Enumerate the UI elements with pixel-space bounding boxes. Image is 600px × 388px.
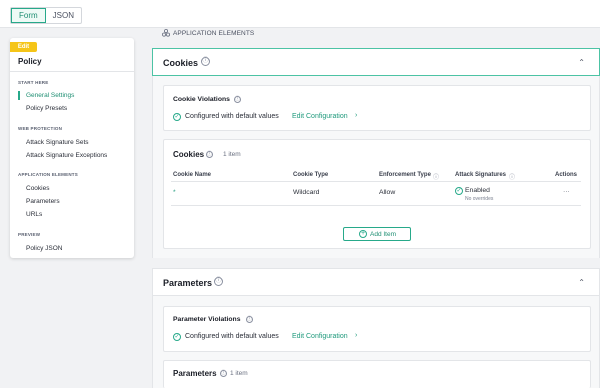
cookie-violations-card: Cookie Violations ⓘ ✓ Configured with de… <box>163 85 591 131</box>
policy-sidebar: Edit Policy START HERE General Settings … <box>10 38 134 258</box>
add-item-label: Add Item <box>370 231 397 238</box>
parameters-panel-title: Parameters <box>163 278 213 288</box>
info-icon[interactable]: ⓘ <box>246 316 253 323</box>
sidebar-title: Policy <box>18 57 42 66</box>
section-application-elements: APPLICATION ELEMENTS <box>18 172 78 177</box>
info-icon[interactable]: ⓘ <box>214 277 223 286</box>
sidebar-item-cookies[interactable]: Cookies <box>26 185 49 192</box>
chevron-up-icon[interactable]: ⌃ <box>578 278 585 287</box>
overrides-cell: No overrides <box>465 196 494 202</box>
col-attack-signatures: Attack Signatures <box>455 172 507 178</box>
parameter-violations-status: Configured with default values <box>185 333 279 340</box>
parameters-panel-header[interactable]: Parameters ⓘ ⌃ <box>152 268 600 296</box>
main-section-label: APPLICATION ELEMENTS <box>173 30 255 37</box>
info-icon[interactable]: ⓘ <box>201 57 210 66</box>
section-start-here: START HERE <box>18 80 49 85</box>
cookies-table-title: Cookies <box>173 150 205 159</box>
parameter-violations-card: Parameter Violations ⓘ ✓ Configured with… <box>163 306 591 352</box>
check-icon: ✓ <box>173 113 181 121</box>
chevron-up-icon[interactable]: ⌃ <box>578 58 585 67</box>
row-actions-button[interactable]: ··· <box>563 188 570 195</box>
table-header-divider <box>171 181 581 182</box>
arrow-right-icon[interactable]: › <box>355 112 357 119</box>
cookie-violations-title: Cookie Violations <box>173 96 230 103</box>
form-tab[interactable]: Form <box>11 8 46 23</box>
top-bar: Form JSON <box>0 0 600 28</box>
plus-icon: + <box>359 230 367 238</box>
item-count: 1 item <box>223 151 241 158</box>
check-icon: ✓ <box>173 333 181 341</box>
col-cookie-type: Cookie Type <box>293 172 329 178</box>
parameters-item-count: 1 item <box>230 370 248 377</box>
edit-configuration-link[interactable]: Edit Configuration <box>292 333 348 340</box>
info-icon[interactable]: ⓘ <box>234 96 241 103</box>
parameters-table-title: Parameters <box>173 369 217 378</box>
col-enforcement-type: Enforcement Type <box>379 172 431 178</box>
arrow-right-icon[interactable]: › <box>355 332 357 339</box>
edit-badge: Edit <box>10 42 37 52</box>
view-toggle: Form JSON <box>10 7 83 24</box>
section-web-protection: WEB PROTECTION <box>18 126 63 131</box>
info-icon[interactable]: ⓘ <box>206 151 213 158</box>
check-icon: ✓ <box>455 187 463 195</box>
cookies-panel-header[interactable]: Cookies ⓘ ⌃ <box>152 48 600 76</box>
active-indicator <box>18 91 20 100</box>
cookie-name-cell[interactable]: * <box>173 189 176 196</box>
col-cookie-name: Cookie Name <box>173 172 212 178</box>
violations-status: Configured with default values <box>185 113 279 120</box>
sidebar-item-policy-presets[interactable]: Policy Presets <box>26 105 67 112</box>
sidebar-item-parameters[interactable]: Parameters <box>26 198 60 205</box>
parameter-violations-title: Parameter Violations <box>173 316 241 323</box>
info-icon[interactable]: ⓘ <box>509 172 515 181</box>
elements-icon <box>162 29 170 37</box>
parameters-table-card: Parameters ⓘ 1 item <box>163 360 591 388</box>
table-row-divider <box>171 205 581 206</box>
col-actions: Actions <box>555 172 578 178</box>
signatures-cell: Enabled <box>465 187 490 194</box>
info-icon[interactable]: ⓘ <box>433 172 439 181</box>
edit-configuration-link[interactable]: Edit Configuration <box>292 113 348 120</box>
json-tab[interactable]: JSON <box>46 8 81 23</box>
sidebar-item-urls[interactable]: URLs <box>26 211 42 218</box>
sidebar-item-policy-json[interactable]: Policy JSON <box>26 245 62 252</box>
cookie-type-cell: Wildcard <box>293 189 320 196</box>
sidebar-item-general-settings[interactable]: General Settings <box>26 92 74 99</box>
add-item-button[interactable]: + Add Item <box>343 227 411 241</box>
cookies-panel-title: Cookies <box>163 58 199 68</box>
info-icon[interactable]: ⓘ <box>220 370 227 377</box>
sidebar-item-attack-signature-sets[interactable]: Attack Signature Sets <box>26 139 89 146</box>
section-preview: PREVIEW <box>18 232 41 237</box>
enforcement-cell: Allow <box>379 189 396 196</box>
sidebar-item-attack-signature-exceptions[interactable]: Attack Signature Exceptions <box>26 152 107 159</box>
sidebar-divider <box>10 71 134 72</box>
